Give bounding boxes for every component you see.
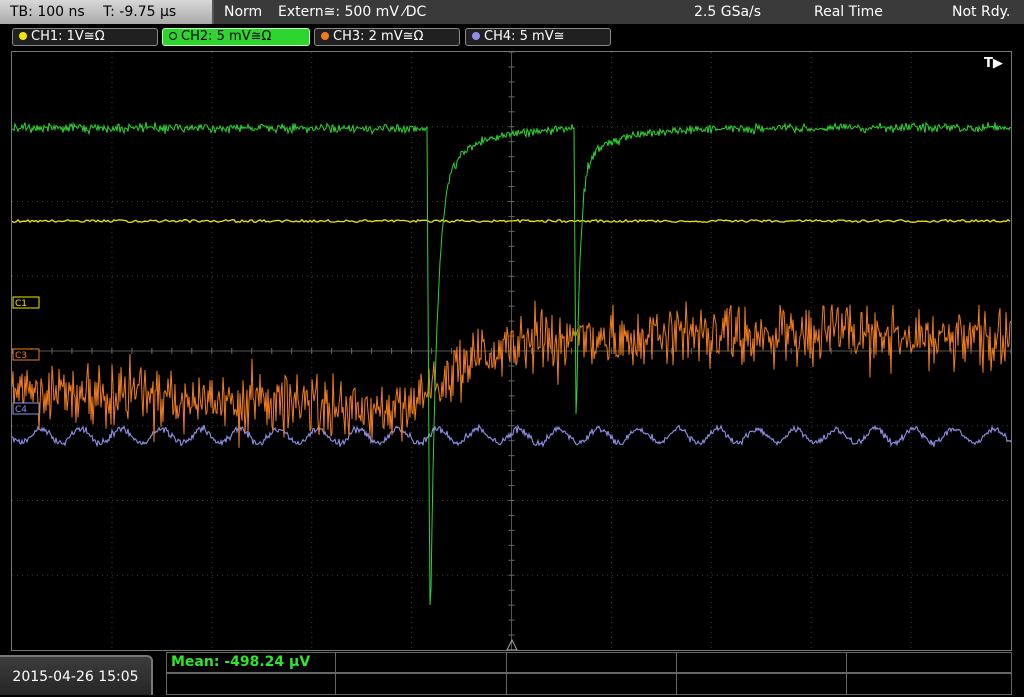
ch4-label: CH4: 5 mV≅ <box>484 29 565 44</box>
ch1-offset-marker[interactable]: C1 <box>12 296 40 309</box>
ch4-offset-marker[interactable]: C4 <box>12 402 40 415</box>
meas-cell-divider <box>676 674 677 694</box>
meas-cell-divider <box>506 674 507 694</box>
tab-ch4[interactable]: CH4: 5 mV≅ <box>465 28 611 46</box>
trigger-mode[interactable]: Norm <box>224 0 262 24</box>
ch4-color-dot-icon <box>472 32 480 40</box>
meas-cell-divider <box>846 674 847 694</box>
waveform-svg: C1 C3 C4 T▶ <box>12 52 1011 650</box>
ch4-marker-label: C4 <box>15 405 27 415</box>
timebase-value: TB: 100 ns <box>10 4 85 20</box>
tab-ch1[interactable]: CH1: 1V≅Ω <box>12 28 158 46</box>
meas-cell-divider <box>506 653 507 672</box>
mean-measurement: Mean: -498.24 µV <box>171 654 311 670</box>
acquisition-mode: Real Time <box>814 4 883 20</box>
tab-ch3[interactable]: CH3: 2 mV≅Ω <box>314 28 460 46</box>
trigger-source[interactable]: Extern≅: 500 mV ⁄DC <box>278 0 426 24</box>
measurement-row-2 <box>166 673 1012 695</box>
status-bar: TB: 100 ns T: -9.75 µs Norm Extern≅: 500… <box>0 0 1024 24</box>
ch1-color-dot-icon <box>19 32 27 40</box>
sample-rate: 2.5 GSa/s <box>694 4 762 20</box>
measurement-panel[interactable]: Mean: -498.24 µV <box>166 652 1012 695</box>
ch3-marker-label: C3 <box>15 351 27 361</box>
date-time-box: 2015-04-26 15:05 <box>0 655 153 695</box>
meas-cell-divider <box>676 653 677 672</box>
trigger-state: Not Rdy. <box>952 4 1011 20</box>
ch3-color-dot-icon <box>321 32 329 40</box>
ch1-marker-label: C1 <box>15 299 27 309</box>
ch2-color-dot-icon <box>169 32 177 40</box>
ch3-label: CH3: 2 mV≅Ω <box>333 29 424 44</box>
waveform-display[interactable]: C1 C3 C4 T▶ <box>11 51 1012 651</box>
measurement-row-1: Mean: -498.24 µV <box>166 652 1012 673</box>
trigger-time-value: T: -9.75 µs <box>103 4 177 20</box>
ch3-offset-marker[interactable]: C3 <box>12 348 40 361</box>
tab-ch2[interactable]: CH2: 5 mV≅Ω <box>162 28 310 46</box>
graticule <box>12 52 1011 650</box>
trigger-position-marker[interactable]: T▶ <box>984 56 1003 71</box>
meas-cell-divider <box>335 674 336 694</box>
ch2-label: CH2: 5 mV≅Ω <box>181 29 272 44</box>
ch1-label: CH1: 1V≅Ω <box>31 29 105 44</box>
timebase-box[interactable]: TB: 100 ns T: -9.75 µs <box>0 0 214 24</box>
meas-cell-divider <box>335 653 336 672</box>
meas-cell-divider <box>846 653 847 672</box>
